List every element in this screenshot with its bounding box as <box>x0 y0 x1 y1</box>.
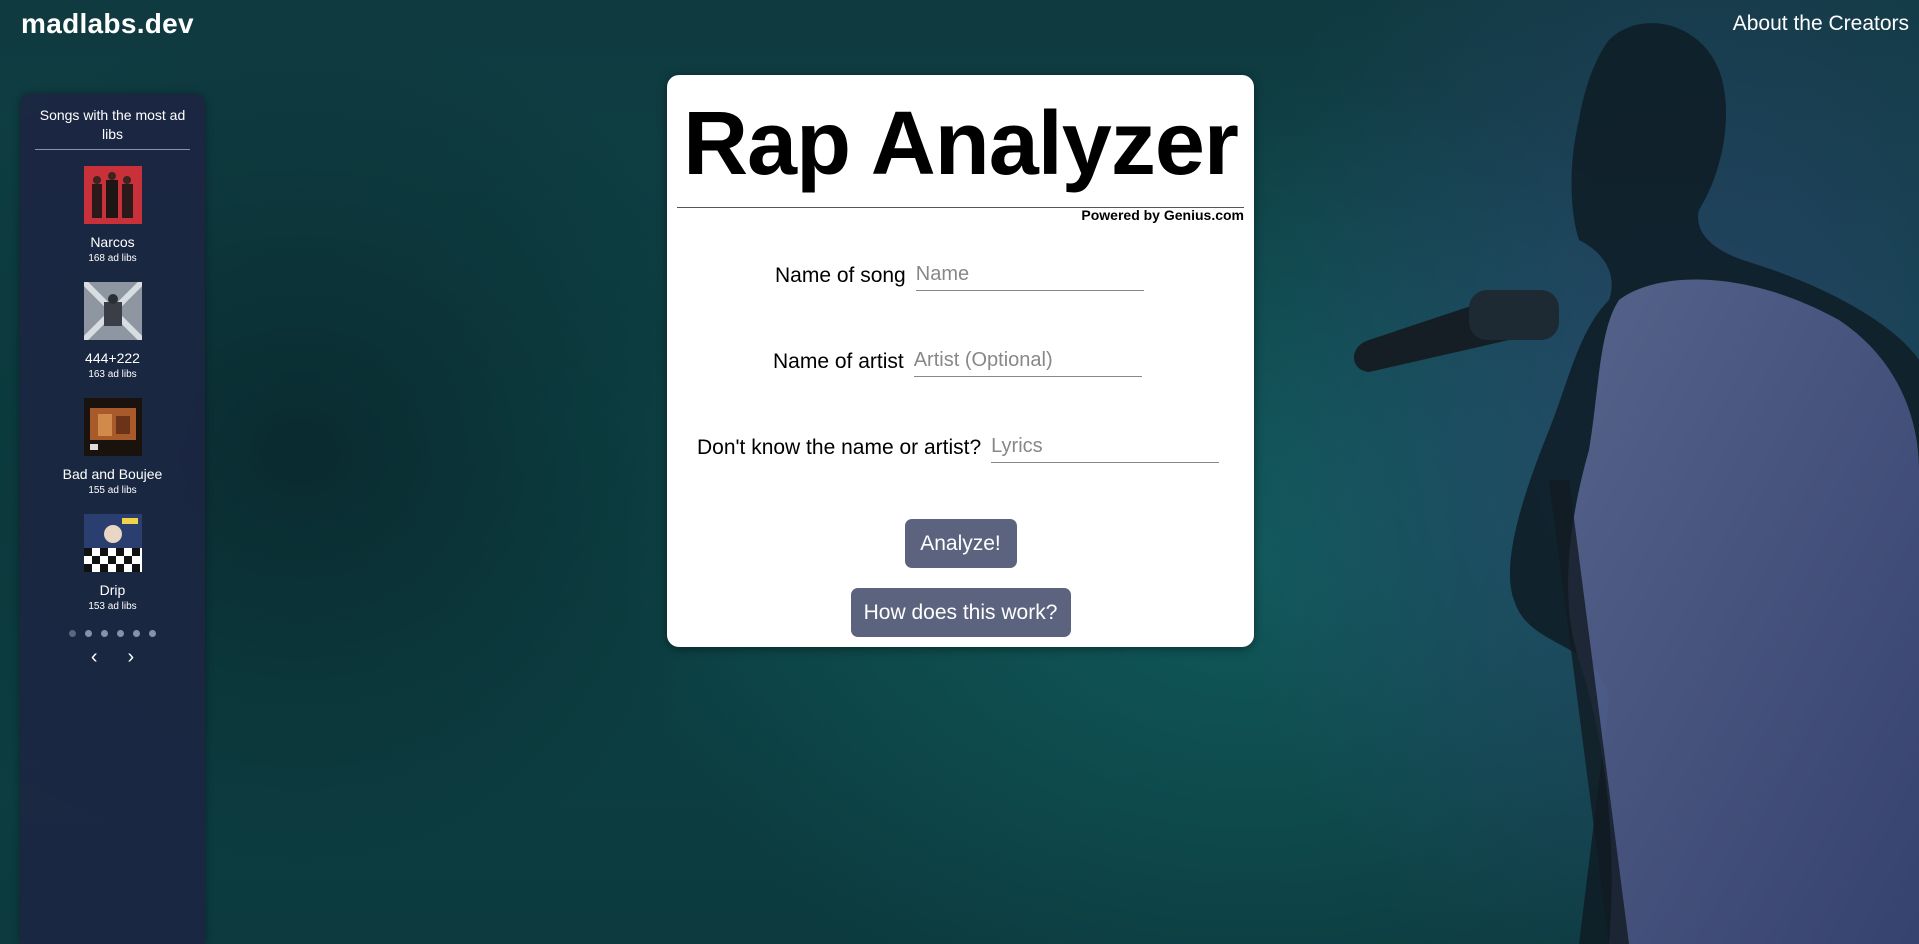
about-creators-link[interactable]: About the Creators <box>1733 12 1909 36</box>
site-title[interactable]: madlabs.dev <box>21 8 194 40</box>
carousel-dot[interactable] <box>117 630 124 637</box>
lyrics-input[interactable] <box>991 433 1220 463</box>
song-name-row: Name of song <box>775 261 1144 291</box>
song-title: Narcos <box>90 234 135 250</box>
analyze-button[interactable]: Analyze! <box>904 519 1017 568</box>
album-cover-bad-and-boujee <box>83 398 142 456</box>
album-cover-444-222 <box>83 282 142 340</box>
carousel-dot[interactable] <box>69 630 76 637</box>
song-title: Bad and Boujee <box>62 466 163 482</box>
song-item-444-222[interactable]: 444+222 163 ad libs <box>20 282 205 380</box>
how-does-this-work-button[interactable]: How does this work? <box>850 588 1071 637</box>
song-ad-lib-count: 155 ad libs <box>88 485 137 496</box>
chevron-left-icon[interactable]: ‹ <box>91 647 98 667</box>
song-item-drip[interactable]: Drip 153 ad libs <box>20 514 205 612</box>
carousel-dot[interactable] <box>133 630 140 637</box>
sidebar-title: Songs with the most ad libs <box>35 106 190 150</box>
page-title: Rap Analyzer <box>683 94 1239 194</box>
lyrics-label: Don't know the name or artist? <box>697 436 982 459</box>
song-ad-lib-count: 168 ad libs <box>88 253 137 264</box>
lyrics-row: Don't know the name or artist? <box>697 433 1220 463</box>
analyzer-card: Rap Analyzer Powered by Genius.com Name … <box>667 75 1254 647</box>
song-ad-lib-count: 153 ad libs <box>88 601 137 612</box>
chevron-right-icon[interactable]: › <box>128 647 135 667</box>
song-name-input[interactable] <box>915 261 1144 291</box>
artist-name-row: Name of artist <box>773 347 1142 377</box>
song-title: 444+222 <box>85 350 140 366</box>
carousel-dot[interactable] <box>149 630 156 637</box>
song-name-label: Name of song <box>775 264 906 287</box>
song-list: Narcos 168 ad libs 444+222 163 ad libs B… <box>20 166 205 612</box>
song-ad-lib-count: 163 ad libs <box>88 369 137 380</box>
carousel-dot[interactable] <box>101 630 108 637</box>
performer-background-image <box>1354 23 1919 944</box>
carousel-dots <box>20 630 205 637</box>
album-cover-narcos <box>83 166 142 224</box>
carousel-arrows: ‹ › <box>20 647 205 667</box>
song-item-narcos[interactable]: Narcos 168 ad libs <box>20 166 205 264</box>
album-cover-drip <box>83 514 142 572</box>
song-title: Drip <box>99 582 126 598</box>
top-ad-libs-sidebar: Songs with the most ad libs Narcos 168 a… <box>20 94 205 944</box>
carousel-dot[interactable] <box>85 630 92 637</box>
song-item-bad-and-boujee[interactable]: Bad and Boujee 155 ad libs <box>20 398 205 496</box>
powered-by-label: Powered by Genius.com <box>1081 207 1244 223</box>
artist-name-input[interactable] <box>913 347 1142 377</box>
artist-name-label: Name of artist <box>773 350 904 373</box>
